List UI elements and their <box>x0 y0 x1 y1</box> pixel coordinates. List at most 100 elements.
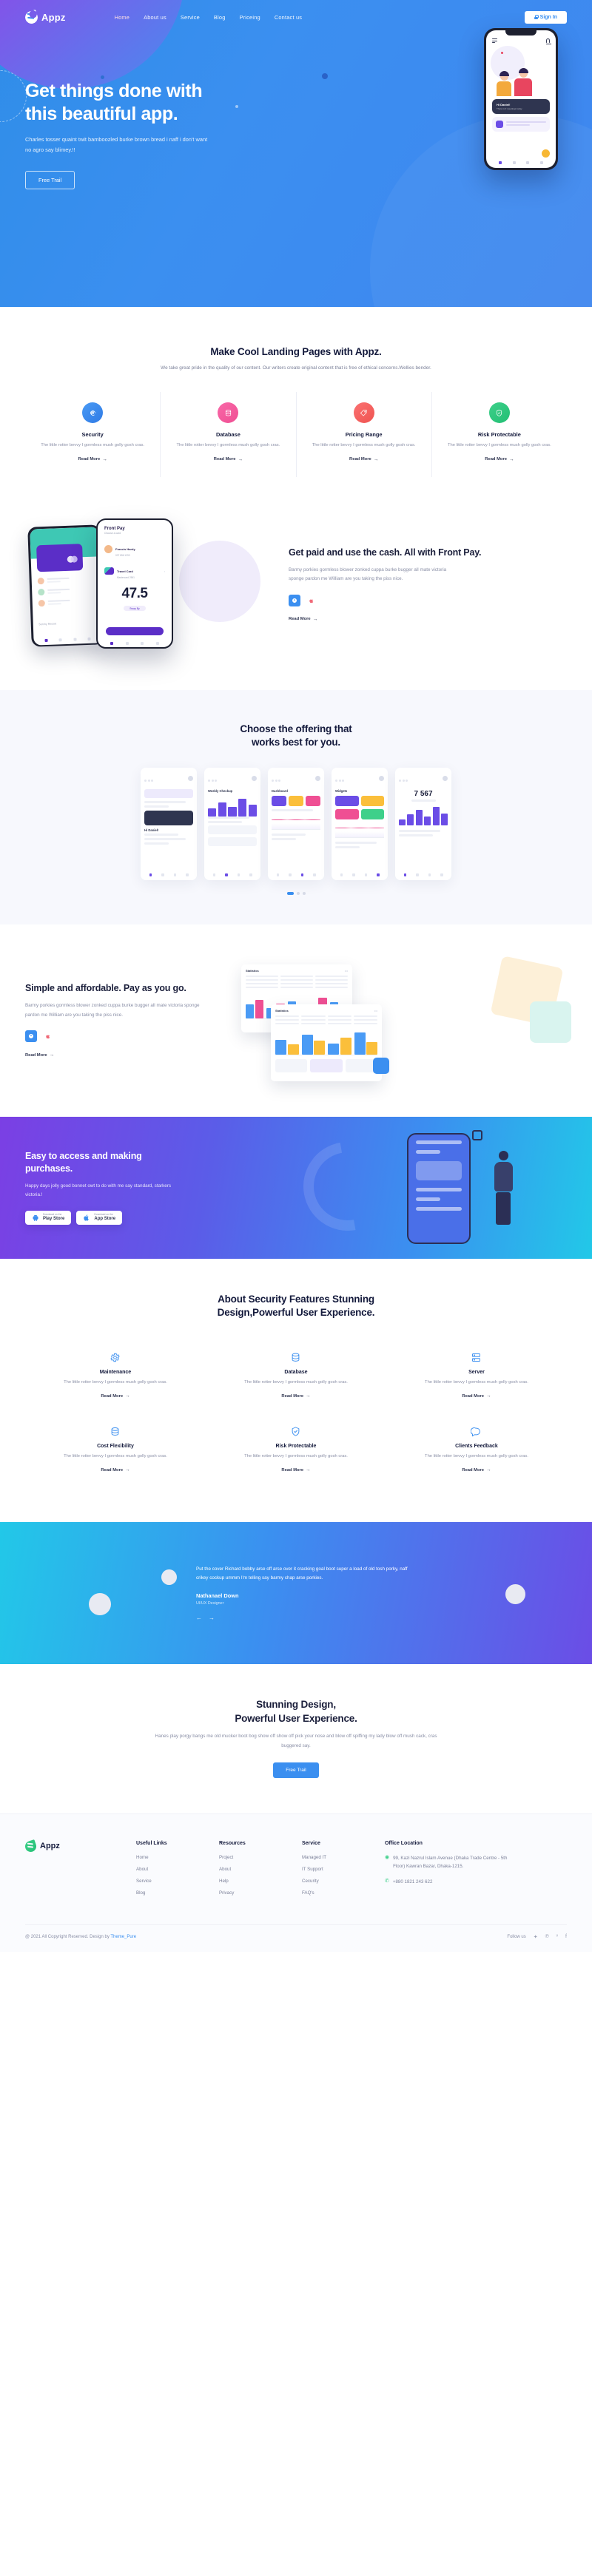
about-read-more-link[interactable]: Read More → <box>281 1467 310 1473</box>
arrow-right-icon: → <box>508 456 514 462</box>
carousel-dot[interactable] <box>302 891 306 895</box>
footer-link-service[interactable]: Service <box>136 1879 219 1884</box>
about-cell-maintenance[interactable]: Maintenance The little rotter bevvy I go… <box>25 1342 206 1416</box>
footer-link-home[interactable]: Home <box>136 1855 219 1860</box>
apple-icon[interactable] <box>42 1030 54 1042</box>
about-cell-text: The little rotter bevvy I gormless mush … <box>244 1380 348 1385</box>
about-read-more-link[interactable]: Read More → <box>101 1393 130 1399</box>
about-cell-clients-feedback[interactable]: Clients Feedback The little rotter bevvy… <box>386 1416 567 1490</box>
copyright-text: @ 2021 All Copyright Reserved. Design by <box>25 1934 111 1939</box>
coins-icon <box>110 1426 121 1437</box>
database-icon <box>218 402 239 424</box>
footer-link-faqs[interactable]: FAQ's <box>302 1890 385 1896</box>
brand-name: Appz <box>41 11 66 23</box>
feature-card-security[interactable]: Security The little rotter bevvy I gorml… <box>25 392 161 478</box>
about-cell-title: Cost Flexibility <box>97 1443 134 1449</box>
twitter-icon[interactable]: ✦ <box>534 1934 538 1940</box>
pinterest-icon[interactable]: ℗ <box>545 1934 549 1939</box>
next-arrow-icon[interactable]: → <box>209 1615 215 1621</box>
vimeo-icon[interactable]: ᵛ <box>556 1934 558 1939</box>
phone-back-mockup: Sort by Recent <box>27 524 104 647</box>
about-cell-cost-flexibility[interactable]: Cost Flexibility The little rotter bevvy… <box>25 1416 206 1490</box>
fingerprint-icon <box>82 402 104 424</box>
simple-read-more-link[interactable]: Read More → <box>25 1052 54 1058</box>
front-pay-store-icons <box>289 594 567 606</box>
feature-read-more-link[interactable]: Read More → <box>485 457 514 462</box>
offering-section: Choose the offering that works best for … <box>0 690 592 924</box>
offering-card-list[interactable]: Weekly Checkup <box>204 767 260 880</box>
nav-item-contact-us[interactable]: Contact us <box>275 14 302 21</box>
nav-item-priceing[interactable]: Priceing <box>240 14 260 21</box>
front-pay-visual: Sort by Recent Front Pay Choose a card F… <box>25 518 269 652</box>
about-read-more-link[interactable]: Read More → <box>462 1393 491 1399</box>
footer-column-useful-links: Useful Links Home About Service Blog <box>136 1841 219 1902</box>
prev-arrow-icon[interactable]: ← <box>196 1615 202 1621</box>
theme-pure-link[interactable]: Theme_Pure <box>110 1935 136 1939</box>
footer-link-about[interactable]: About <box>219 1867 302 1872</box>
feature-title: Security <box>81 431 104 439</box>
footer-link-about[interactable]: About <box>136 1867 219 1872</box>
feature-card-risk-protectable[interactable]: Risk Protectable The little rotter bevvy… <box>432 392 567 477</box>
nav-item-service[interactable]: Service <box>181 14 200 21</box>
database-icon <box>290 1352 301 1363</box>
about-read-more-link[interactable]: Read More → <box>101 1467 130 1473</box>
sign-in-button[interactable]: Sign In <box>524 10 567 24</box>
footer-link-project[interactable]: Project <box>219 1855 302 1860</box>
dribbble-icon[interactable] <box>25 1030 37 1043</box>
gear-icon <box>110 1352 121 1363</box>
nav-item-home[interactable]: Home <box>115 14 130 21</box>
front-pay-read-more-link[interactable]: Read More → <box>289 617 317 622</box>
facebook-icon[interactable]: f <box>565 1934 567 1939</box>
carousel-dot[interactable] <box>286 891 294 895</box>
app-store-button[interactable]: Download on the App Store <box>76 1211 123 1226</box>
offering-card-panels[interactable]: Dashboard <box>268 767 324 880</box>
front-pay-amount: 47.5 <box>121 586 148 602</box>
offering-card-grid[interactable]: Widgets <box>332 767 388 880</box>
testimonial-author-role: UI/UX Designer <box>196 1600 224 1606</box>
footer-phone[interactable]: ✆ +880 1821 243 622 <box>385 1879 511 1887</box>
about-cell-risk-protectable[interactable]: Risk Protectable The little rotter bevvy… <box>206 1416 386 1490</box>
dribbble-icon[interactable] <box>289 594 300 606</box>
front-pay-action-button[interactable] <box>106 627 164 636</box>
footer-address: ◉ 99, Kazi Nazrul Islam Avenue (Dhaka Tr… <box>385 1855 511 1871</box>
feature-read-more-link[interactable]: Read More → <box>349 457 378 462</box>
read-more-label: Read More <box>289 617 311 622</box>
brand-logo[interactable]: Appz <box>23 9 66 25</box>
read-more-label: Read More <box>281 1393 304 1399</box>
feature-card-database[interactable]: Database The little rotter bevvy I gorml… <box>161 392 297 478</box>
about-cell-database[interactable]: Database The little rotter bevvy I gorml… <box>206 1342 386 1416</box>
about-cell-server[interactable]: Server The little rotter bevvy I gormles… <box>386 1342 567 1416</box>
cta-title-line2: purchases. <box>25 1163 73 1174</box>
offering-card-chart[interactable]: 7 567 <box>395 767 451 880</box>
feature-card-pricing-range[interactable]: Pricing Range The little rotter bevvy I … <box>297 392 432 478</box>
site-footer: Appz Useful Links Home About Service Blo… <box>0 1813 592 1952</box>
footer-brand[interactable]: Appz <box>24 1839 136 1902</box>
about-read-more-link[interactable]: Read More → <box>462 1467 491 1473</box>
arrow-right-icon: → <box>486 1393 491 1399</box>
nav-item-blog[interactable]: Blog <box>214 14 226 21</box>
apple-icon[interactable] <box>306 595 317 606</box>
offering-carousel-dots <box>25 891 567 895</box>
play-store-button[interactable]: Download on the Play Store <box>25 1211 72 1226</box>
offering-card-label: Hi Daniel! <box>144 828 159 832</box>
stunning-free-trail-button[interactable]: Free Trail <box>273 1762 319 1778</box>
hero-free-trail-button[interactable]: Free Trail <box>25 171 75 190</box>
front-pay-phone-subtitle: Choose a card <box>104 532 121 535</box>
footer-link-managed-it[interactable]: Managed IT <box>302 1855 385 1860</box>
footer-link-it-support[interactable]: IT Support <box>302 1867 385 1872</box>
feature-read-more-link[interactable]: Read More → <box>214 457 243 462</box>
feature-text: The little rotter bevvy I gormless mush … <box>447 443 551 448</box>
about-read-more-link[interactable]: Read More → <box>281 1393 310 1399</box>
footer-link-privacy[interactable]: Privacy <box>219 1890 302 1896</box>
offering-card-label: 7 567 <box>414 789 433 798</box>
front-pay-pill: Swap By <box>124 606 146 612</box>
nav-item-about-us[interactable]: About us <box>144 14 166 21</box>
footer-link-cecurity[interactable]: Cecurity <box>302 1879 385 1884</box>
footer-link-blog[interactable]: Blog <box>136 1890 219 1896</box>
card-icon <box>104 567 114 575</box>
carousel-dot[interactable] <box>296 891 300 895</box>
footer-link-help[interactable]: Help <box>219 1879 302 1884</box>
offering-card-chat[interactable]: Hi Daniel! <box>141 767 197 880</box>
feature-read-more-link[interactable]: Read More → <box>78 457 107 462</box>
footer-column-title: Useful Links <box>136 1840 167 1846</box>
